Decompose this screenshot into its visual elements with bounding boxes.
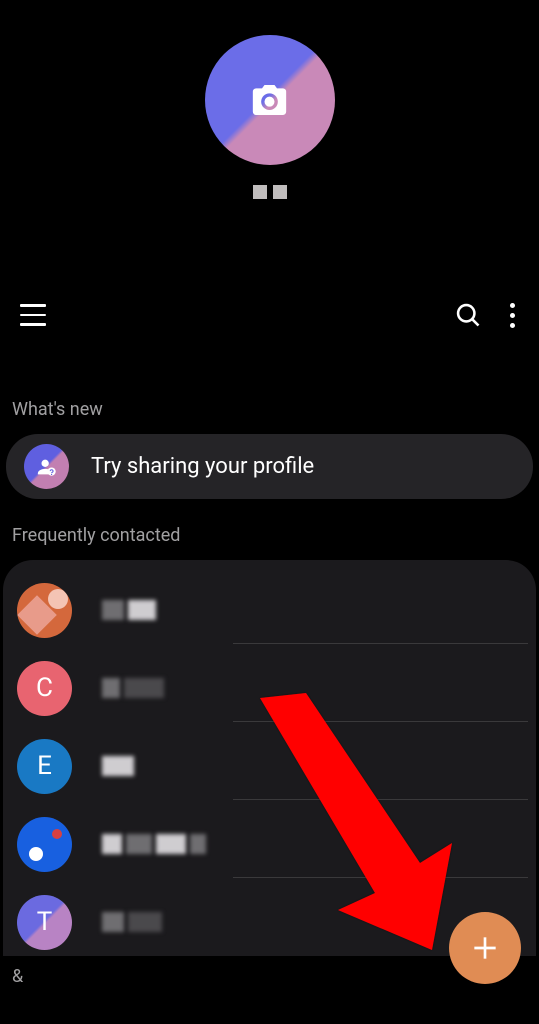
menu-button[interactable] (20, 304, 46, 326)
redacted-text (102, 834, 122, 854)
profile-header (0, 0, 539, 199)
redacted-text (128, 600, 156, 620)
redacted-text (156, 834, 186, 854)
redacted-text (273, 185, 287, 199)
contact-row[interactable] (3, 566, 536, 644)
contact-avatar (17, 817, 72, 872)
contact-row[interactable] (3, 800, 536, 878)
contact-row[interactable]: E (3, 722, 536, 800)
redacted-text (102, 756, 134, 776)
contact-name (102, 756, 134, 776)
share-profile-icon (24, 444, 69, 489)
contact-row[interactable]: C (3, 644, 536, 722)
profile-name (253, 185, 287, 199)
contact-name (102, 600, 156, 620)
redacted-text (126, 834, 152, 854)
more-options-icon[interactable] (510, 303, 519, 328)
plus-icon (469, 932, 501, 964)
redacted-text (124, 678, 164, 698)
redacted-text (253, 185, 267, 199)
profile-avatar[interactable] (205, 35, 335, 165)
search-icon[interactable] (454, 301, 482, 329)
redacted-text (102, 600, 124, 620)
camera-icon (247, 80, 292, 120)
whatsnew-text: Try sharing your profile (91, 454, 314, 479)
contact-list: C E T (3, 560, 536, 956)
section-header-whatsnew: What's new (0, 399, 539, 420)
add-contact-fab[interactable] (449, 912, 521, 984)
redacted-text (190, 834, 206, 854)
contact-avatar: C (17, 661, 72, 716)
redacted-text (128, 912, 162, 932)
contact-name (102, 678, 164, 698)
redacted-text (102, 912, 124, 932)
contact-avatar (17, 583, 72, 638)
redacted-text (102, 678, 120, 698)
contact-avatar: E (17, 739, 72, 794)
whatsnew-card[interactable]: Try sharing your profile (6, 434, 533, 499)
contact-name (102, 912, 162, 932)
contact-name (102, 834, 206, 854)
toolbar (0, 295, 539, 335)
contact-avatar: T (17, 895, 72, 950)
section-header-frequently: Frequently contacted (0, 525, 539, 546)
